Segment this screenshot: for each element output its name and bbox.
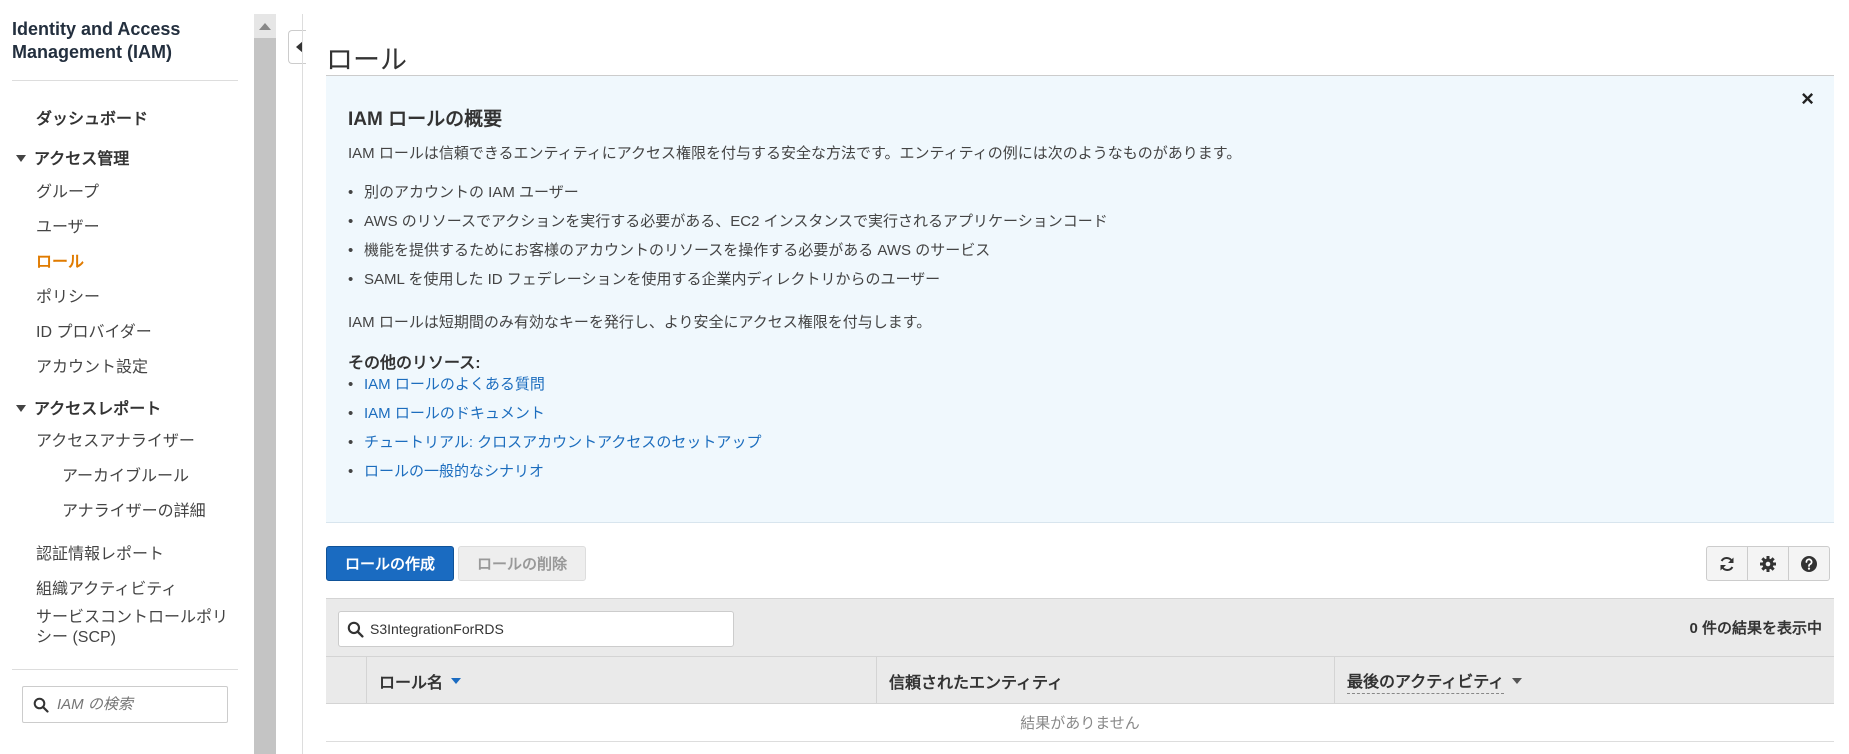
sidebar-item-scp[interactable]: サービスコントロールポリシー (SCP) [36, 608, 236, 648]
link-roles-faq[interactable]: IAM ロールのよくある質問 [364, 376, 545, 393]
sidebar-divider [12, 80, 238, 81]
link-cross-account-tutorial[interactable]: チュートリアル: クロスアカウントアクセスのセットアップ [364, 434, 761, 451]
gear-icon [1760, 555, 1776, 572]
list-item: チュートリアル: クロスアカウントアクセスのセットアップ [348, 428, 761, 457]
settings-button[interactable] [1747, 546, 1789, 581]
link-roles-docs[interactable]: IAM ロールのドキュメント [364, 405, 545, 422]
caret-down-icon [16, 155, 26, 162]
sidebar-item-archive-rules[interactable]: アーカイブルール [62, 462, 189, 486]
sidebar-item-account-settings[interactable]: アカウント設定 [36, 353, 148, 377]
sidebar: Identity and Access Management (IAM) ダッシ… [0, 0, 254, 754]
info-heading: IAM ロールの概要 [348, 109, 503, 130]
create-role-button[interactable]: ロールの作成 [326, 546, 454, 581]
column-label: 信頼されたエンティティ [889, 674, 1064, 692]
column-header-trusted-entities: 信頼されたエンティティ [876, 657, 1334, 704]
sidebar-item-roles[interactable]: ロール [36, 248, 84, 272]
role-filter[interactable] [338, 611, 734, 647]
sidebar-section-access-reports[interactable]: アクセスレポート [16, 395, 161, 419]
info-note: IAM ロールは短期間のみ有効なキーを発行し、より安全にアクセス権限を付与します… [348, 314, 932, 331]
list-item: IAM ロールのドキュメント [348, 399, 761, 428]
sort-down-icon [451, 677, 462, 684]
select-column-header [326, 657, 366, 704]
collapse-sidebar-button[interactable] [288, 30, 306, 64]
help-icon [1801, 555, 1817, 572]
scroll-up-arrow-icon[interactable] [254, 14, 276, 38]
content-divider [302, 14, 303, 754]
result-count: 0 件の結果を表示中 [1689, 620, 1822, 637]
resources-list: IAM ロールのよくある質問 IAM ロールのドキュメント チュートリアル: ク… [348, 370, 761, 486]
sort-down-icon [1512, 677, 1523, 684]
sidebar-scrollbar[interactable] [254, 14, 276, 754]
sidebar-section-access-management[interactable]: アクセス管理 [16, 145, 129, 169]
section-label: アクセス管理 [34, 151, 130, 168]
sidebar-title: Identity and Access Management (IAM) [12, 19, 181, 62]
column-header-role-name[interactable]: ロール名 [366, 657, 876, 704]
delete-role-button[interactable]: ロールの削除 [458, 546, 586, 581]
close-icon[interactable]: × [1801, 86, 1814, 112]
link-common-scenarios[interactable]: ロールの一般的なシナリオ [364, 463, 544, 480]
table-header: ロール名 信頼されたエンティティ 最後のアクティビティ [326, 656, 1834, 704]
info-intro: IAM ロールは信頼できるエンティティにアクセス権限を付与する安全な方法です。エ… [348, 145, 1242, 162]
sidebar-item-identity-providers[interactable]: ID プロバイダー [36, 318, 152, 342]
section-label: アクセスレポート [34, 401, 162, 418]
sidebar-item-groups[interactable]: グループ [36, 178, 99, 202]
sidebar-search[interactable] [22, 686, 228, 723]
sidebar-item-analyzer-details[interactable]: アナライザーの詳細 [62, 497, 206, 521]
column-header-last-activity[interactable]: 最後のアクティビティ [1334, 657, 1834, 704]
sidebar-search-input[interactable] [57, 696, 217, 713]
sidebar-item-policies[interactable]: ポリシー [36, 283, 100, 307]
list-item: ロールの一般的なシナリオ [348, 457, 761, 486]
sidebar-item-users[interactable]: ユーザー [36, 213, 100, 237]
list-item: AWS のリソースでアクションを実行する必要がある、EC2 インスタンスで実行さ… [348, 207, 1108, 236]
list-item: IAM ロールのよくある質問 [348, 370, 761, 399]
sidebar-item-org-activity[interactable]: 組織アクティビティ [36, 575, 177, 599]
filter-bar: 0 件の結果を表示中 [326, 598, 1834, 656]
sidebar-item-credential-report[interactable]: 認証情報レポート [36, 540, 164, 564]
info-examples-list: 別のアカウントの IAM ユーザー AWS のリソースでアクションを実行する必要… [348, 178, 1108, 294]
caret-down-icon [16, 405, 26, 412]
sidebar-divider [12, 669, 238, 670]
empty-results-message: 結果がありません [326, 704, 1834, 742]
info-panel: × IAM ロールの概要 IAM ロールは信頼できるエンティティにアクセス権限を… [326, 76, 1834, 523]
page-title: ロール [326, 45, 407, 75]
search-icon [347, 621, 364, 638]
search-icon [33, 697, 49, 713]
list-item: 別のアカウントの IAM ユーザー [348, 178, 1108, 207]
sidebar-item-access-analyzer[interactable]: アクセスアナライザー [36, 427, 195, 451]
column-label: 最後のアクティビティ [1347, 668, 1505, 694]
refresh-icon [1720, 556, 1734, 571]
role-filter-input[interactable] [370, 621, 720, 637]
list-item: 機能を提供するためにお客様のアカウントのリソースを操作する必要がある AWS の… [348, 236, 1108, 265]
sidebar-item-dashboard[interactable]: ダッシュボード [36, 105, 148, 129]
help-button[interactable] [1788, 546, 1830, 581]
column-label: ロール名 [379, 674, 444, 692]
list-item: SAML を使用した ID フェデレーションを使用する企業内ディレクトリからのユ… [348, 265, 1108, 294]
refresh-button[interactable] [1706, 546, 1748, 581]
